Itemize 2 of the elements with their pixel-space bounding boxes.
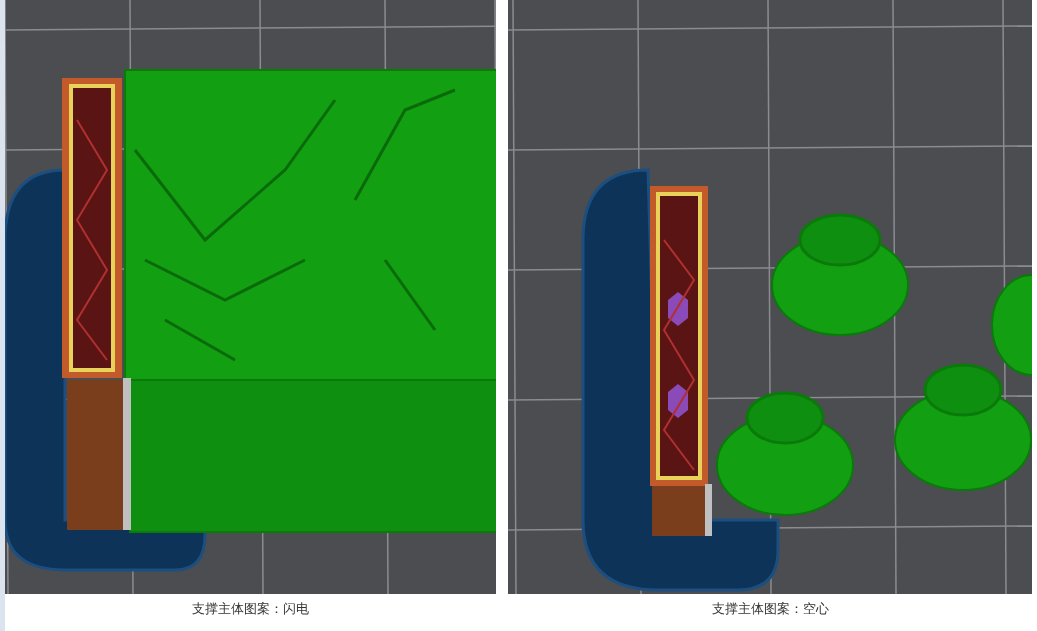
figure-caption: 支撑主体图案：空心 — [711, 600, 829, 618]
figure-caption: 支撑主体图案：闪电 — [192, 600, 309, 618]
